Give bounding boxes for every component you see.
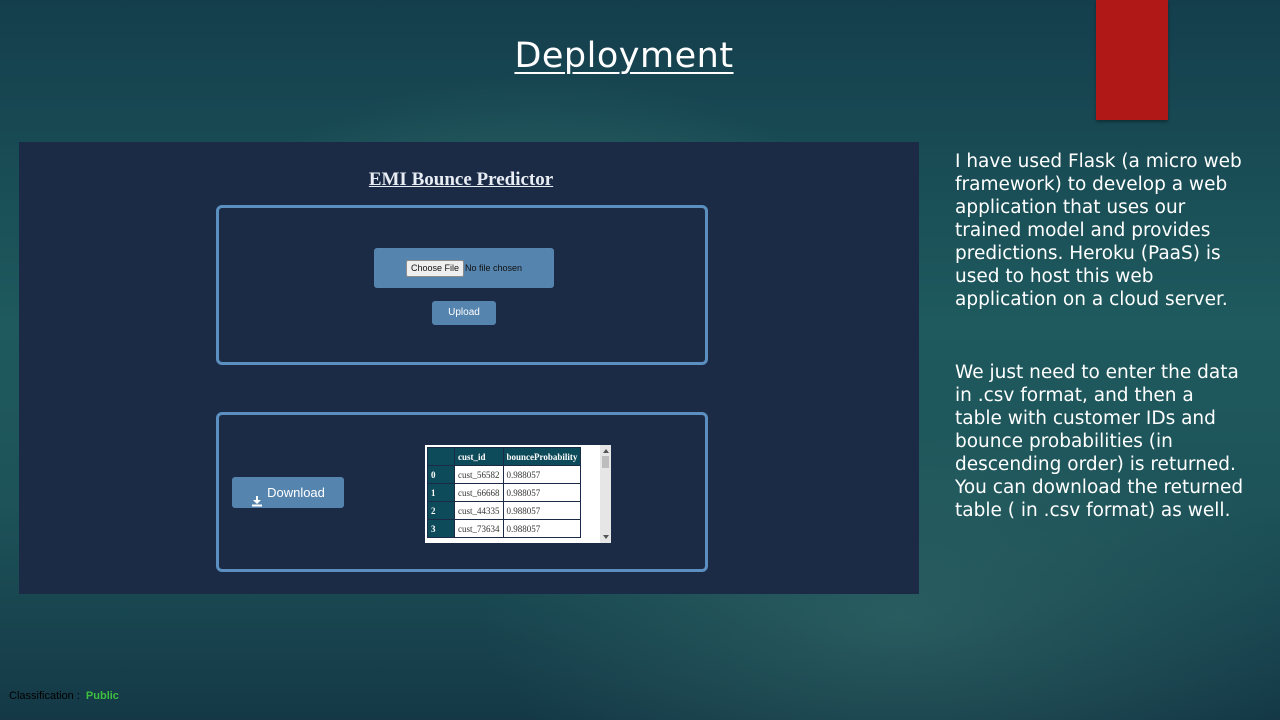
scroll-down-icon[interactable] bbox=[603, 535, 609, 539]
no-file-chosen-text: No file chosen bbox=[465, 263, 523, 273]
description-paragraph-1: I have used Flask (a micro web framework… bbox=[955, 151, 1242, 310]
table-row: 3 cust_73634 0.988057 bbox=[427, 519, 582, 538]
row-index: 3 bbox=[427, 519, 455, 538]
column-header-bounce-probability: bounceProbability bbox=[502, 447, 582, 466]
result-table-container[interactable]: cust_id bounceProbability 0 cust_56582 0… bbox=[425, 445, 611, 543]
scroll-up-icon[interactable] bbox=[603, 449, 609, 453]
column-header-cust-id: cust_id bbox=[454, 447, 504, 466]
classification-footer: Classification : Public bbox=[9, 690, 119, 702]
column-header-index bbox=[427, 447, 455, 466]
result-panel: Download cust_id bounceProbability 0 cus… bbox=[216, 412, 708, 572]
upload-button[interactable]: Upload bbox=[432, 301, 496, 325]
choose-file-button[interactable]: Choose File bbox=[406, 260, 465, 277]
classification-label: Classification : bbox=[9, 690, 80, 702]
app-title: EMI Bounce Predictor bbox=[368, 169, 554, 190]
table-row: 0 cust_56582 0.988057 bbox=[427, 465, 582, 484]
classification-value: Public bbox=[85, 690, 119, 702]
download-button[interactable]: Download bbox=[232, 477, 344, 508]
row-index: 1 bbox=[427, 483, 455, 502]
download-icon bbox=[251, 487, 263, 506]
table-header-row: cust_id bounceProbability bbox=[427, 447, 582, 466]
result-table: cust_id bounceProbability 0 cust_56582 0… bbox=[427, 447, 582, 538]
description-paragraph-2: We just need to enter the data in .csv f… bbox=[955, 362, 1244, 521]
upload-panel: Choose File No file chosen Upload bbox=[216, 205, 708, 365]
table-row: 2 cust_44335 0.988057 bbox=[427, 501, 582, 520]
cust-id-cell: cust_73634 bbox=[454, 519, 504, 538]
row-index: 2 bbox=[427, 501, 455, 520]
scroll-thumb[interactable] bbox=[602, 456, 609, 468]
table-row: 1 cust_66668 0.988057 bbox=[427, 483, 582, 502]
probability-cell: 0.988057 bbox=[502, 483, 582, 502]
probability-cell: 0.988057 bbox=[502, 501, 582, 520]
probability-cell: 0.988057 bbox=[502, 519, 582, 538]
row-index: 0 bbox=[427, 465, 455, 484]
probability-cell: 0.988057 bbox=[502, 465, 582, 484]
app-screenshot: EMI Bounce Predictor Choose File No file… bbox=[19, 142, 919, 594]
cust-id-cell: cust_44335 bbox=[454, 501, 504, 520]
cust-id-cell: cust_56582 bbox=[454, 465, 504, 484]
table-scrollbar[interactable] bbox=[600, 445, 611, 543]
download-label: Download bbox=[267, 485, 325, 500]
cust-id-cell: cust_66668 bbox=[454, 483, 504, 502]
slide-title: Deployment bbox=[514, 36, 734, 76]
file-input[interactable]: Choose File No file chosen bbox=[374, 248, 554, 288]
